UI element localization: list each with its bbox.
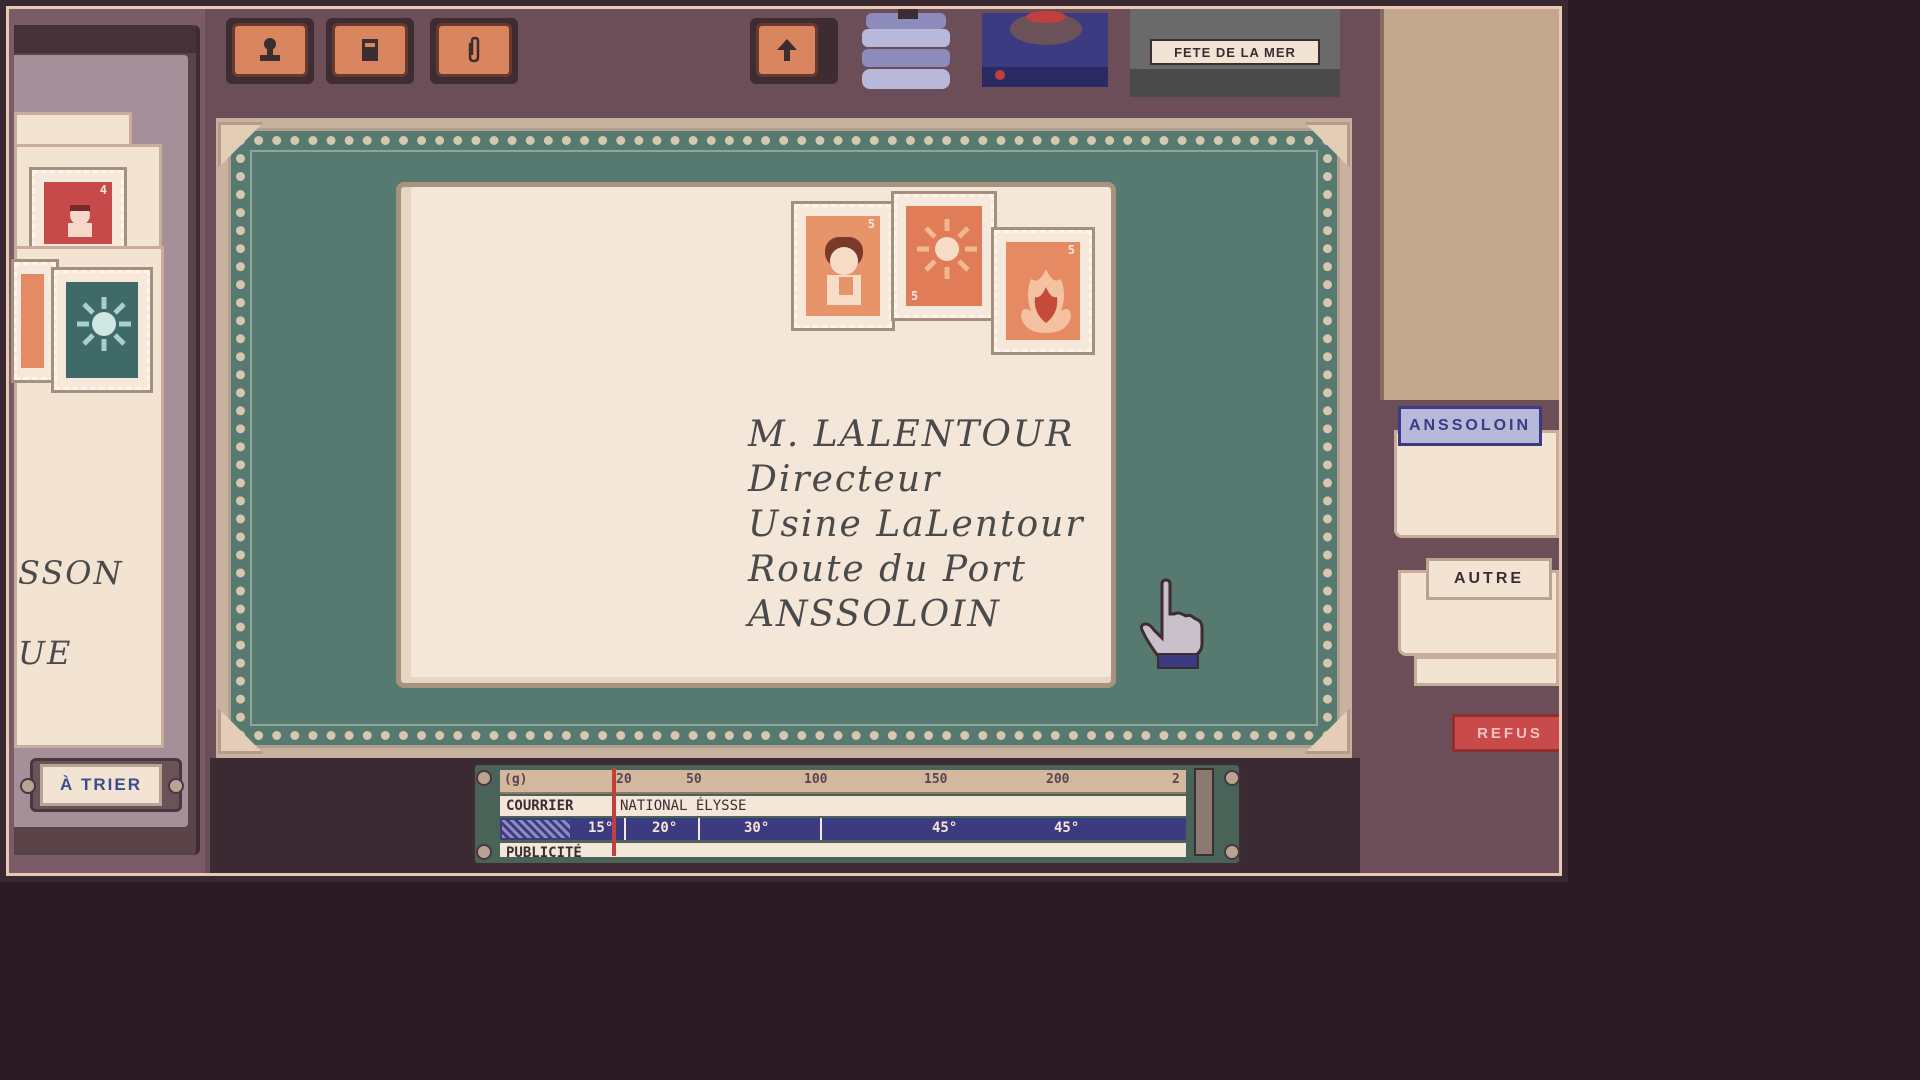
window-frame <box>0 0 1568 882</box>
